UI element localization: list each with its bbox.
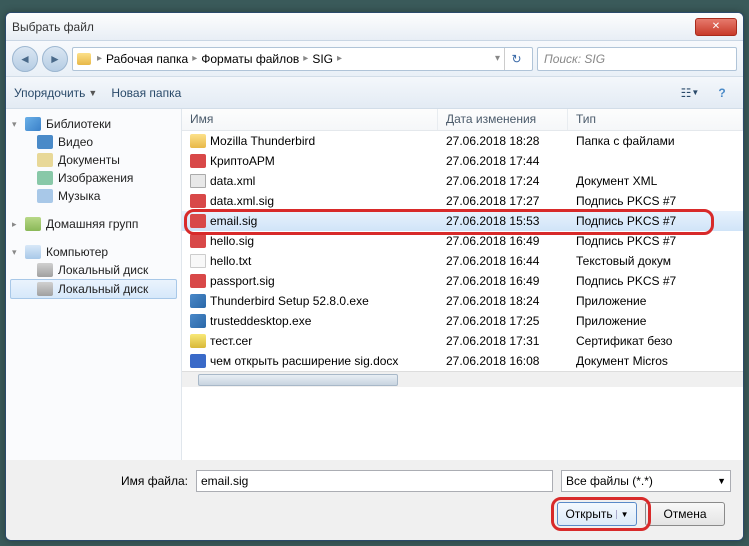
documents-icon (37, 153, 53, 167)
open-button[interactable]: Открыть▼ (557, 502, 637, 526)
disk-icon (37, 263, 53, 277)
sidebar-item-computer[interactable]: ▾Компьютер (10, 243, 177, 261)
pictures-icon (37, 171, 53, 185)
computer-icon (25, 245, 41, 259)
forward-button[interactable]: ► (42, 46, 68, 72)
sidebar-item-video[interactable]: Видео (10, 133, 177, 151)
sidebar-item-documents[interactable]: Документы (10, 151, 177, 169)
sidebar-item-homegroup[interactable]: ▸Домашняя групп (10, 215, 177, 233)
chevron-down-icon: ▼ (717, 476, 726, 486)
refresh-button[interactable]: ↻ (504, 48, 528, 70)
file-row[interactable]: trusteddesktop.exe27.06.2018 17:25Прилож… (182, 311, 743, 331)
expand-icon: ▸ (12, 219, 20, 230)
file-list: Имя Дата изменения Тип Mozilla Thunderbi… (182, 109, 743, 460)
file-row[interactable]: email.sig27.06.2018 15:53Подпись PKCS #7 (182, 211, 743, 231)
list-header: Имя Дата изменения Тип (182, 109, 743, 131)
sidebar: ▾Библиотеки Видео Документы Изображения … (6, 109, 182, 460)
chevron-right-icon: ▸ (335, 53, 344, 64)
file-icon (190, 154, 206, 168)
refresh-icon: ↻ (511, 52, 521, 66)
chevron-down-icon: ▼ (88, 88, 97, 98)
chevron-down-icon[interactable]: ▾ (493, 53, 502, 64)
file-row[interactable]: Mozilla Thunderbird27.06.2018 18:28Папка… (182, 131, 743, 151)
file-icon (190, 174, 206, 188)
open-file-dialog: Выбрать файл ✕ ◄ ► ▸ Рабочая папка ▸ Фор… (5, 12, 744, 541)
arrow-right-icon: ► (49, 52, 61, 66)
chevron-right-icon: ▸ (301, 53, 310, 64)
filename-input[interactable] (196, 470, 553, 492)
file-row[interactable]: data.xml27.06.2018 17:24Документ XML (182, 171, 743, 191)
horizontal-scrollbar[interactable] (182, 371, 743, 387)
view-icon: ☷ (681, 86, 692, 100)
filename-label: Имя файла: (18, 474, 188, 488)
close-icon: ✕ (712, 21, 720, 32)
search-input[interactable]: Поиск: SIG (537, 47, 737, 71)
file-icon (190, 274, 206, 288)
file-row[interactable]: тест.cer27.06.2018 17:31Сертификат безо (182, 331, 743, 351)
chevron-down-icon: ▼ (616, 510, 629, 519)
sidebar-item-pictures[interactable]: Изображения (10, 169, 177, 187)
file-icon (190, 314, 206, 328)
video-icon (37, 135, 53, 149)
library-icon (25, 117, 41, 131)
file-row[interactable]: Thunderbird Setup 52.8.0.exe27.06.2018 1… (182, 291, 743, 311)
file-row[interactable]: passport.sig27.06.2018 16:49Подпись PKCS… (182, 271, 743, 291)
expand-icon: ▾ (12, 119, 20, 130)
breadcrumb[interactable]: SIG (312, 52, 333, 66)
chevron-right-icon: ▸ (190, 53, 199, 64)
cancel-button[interactable]: Отмена (645, 502, 725, 526)
sidebar-item-libraries[interactable]: ▾Библиотеки (10, 115, 177, 133)
music-icon (37, 189, 53, 203)
help-button[interactable]: ? (709, 82, 735, 104)
sidebar-item-disk[interactable]: Локальный диск (10, 261, 177, 279)
file-icon (190, 194, 206, 208)
expand-icon: ▾ (12, 247, 20, 258)
file-icon (190, 334, 206, 348)
sidebar-item-disk[interactable]: Локальный диск (10, 279, 177, 299)
breadcrumb[interactable]: Рабочая папка (106, 52, 188, 66)
folder-icon (77, 53, 91, 65)
back-button[interactable]: ◄ (12, 46, 38, 72)
scrollbar-thumb[interactable] (198, 374, 398, 386)
file-icon (190, 134, 206, 148)
homegroup-icon (25, 217, 41, 231)
file-icon (190, 354, 206, 368)
sidebar-item-music[interactable]: Музыка (10, 187, 177, 205)
chevron-right-icon: ▸ (95, 53, 104, 64)
file-row[interactable]: hello.txt27.06.2018 16:44Текстовый докум (182, 251, 743, 271)
disk-icon (37, 282, 53, 296)
help-icon: ? (718, 86, 725, 100)
organize-button[interactable]: Упорядочить▼ (14, 86, 97, 100)
toolbar: Упорядочить▼ Новая папка ☷▼ ? (6, 77, 743, 109)
column-date[interactable]: Дата изменения (438, 109, 568, 130)
footer: Имя файла: Все файлы (*.*)▼ Открыть▼ Отм… (6, 460, 743, 540)
file-row[interactable]: чем открыть расширение sig.docx27.06.201… (182, 351, 743, 371)
window-title: Выбрать файл (12, 20, 695, 34)
main-area: ▾Библиотеки Видео Документы Изображения … (6, 109, 743, 460)
view-options-button[interactable]: ☷▼ (677, 82, 703, 104)
file-icon (190, 214, 206, 228)
column-name[interactable]: Имя (182, 109, 438, 130)
address-bar[interactable]: ▸ Рабочая папка ▸ Форматы файлов ▸ SIG ▸… (72, 47, 533, 71)
breadcrumb[interactable]: Форматы файлов (201, 52, 299, 66)
file-icon (190, 294, 206, 308)
arrow-left-icon: ◄ (19, 52, 31, 66)
file-icon (190, 234, 206, 248)
column-type[interactable]: Тип (568, 109, 743, 130)
new-folder-button[interactable]: Новая папка (111, 86, 181, 100)
close-button[interactable]: ✕ (695, 18, 737, 36)
chevron-down-icon: ▼ (691, 88, 699, 97)
file-icon (190, 254, 206, 268)
file-row[interactable]: hello.sig27.06.2018 16:49Подпись PKCS #7 (182, 231, 743, 251)
file-row[interactable]: КриптоАРМ27.06.2018 17:44 (182, 151, 743, 171)
file-type-filter[interactable]: Все файлы (*.*)▼ (561, 470, 731, 492)
file-row[interactable]: data.xml.sig27.06.2018 17:27Подпись PKCS… (182, 191, 743, 211)
navbar: ◄ ► ▸ Рабочая папка ▸ Форматы файлов ▸ S… (6, 41, 743, 77)
search-placeholder: Поиск: SIG (544, 52, 605, 66)
titlebar: Выбрать файл ✕ (6, 13, 743, 41)
